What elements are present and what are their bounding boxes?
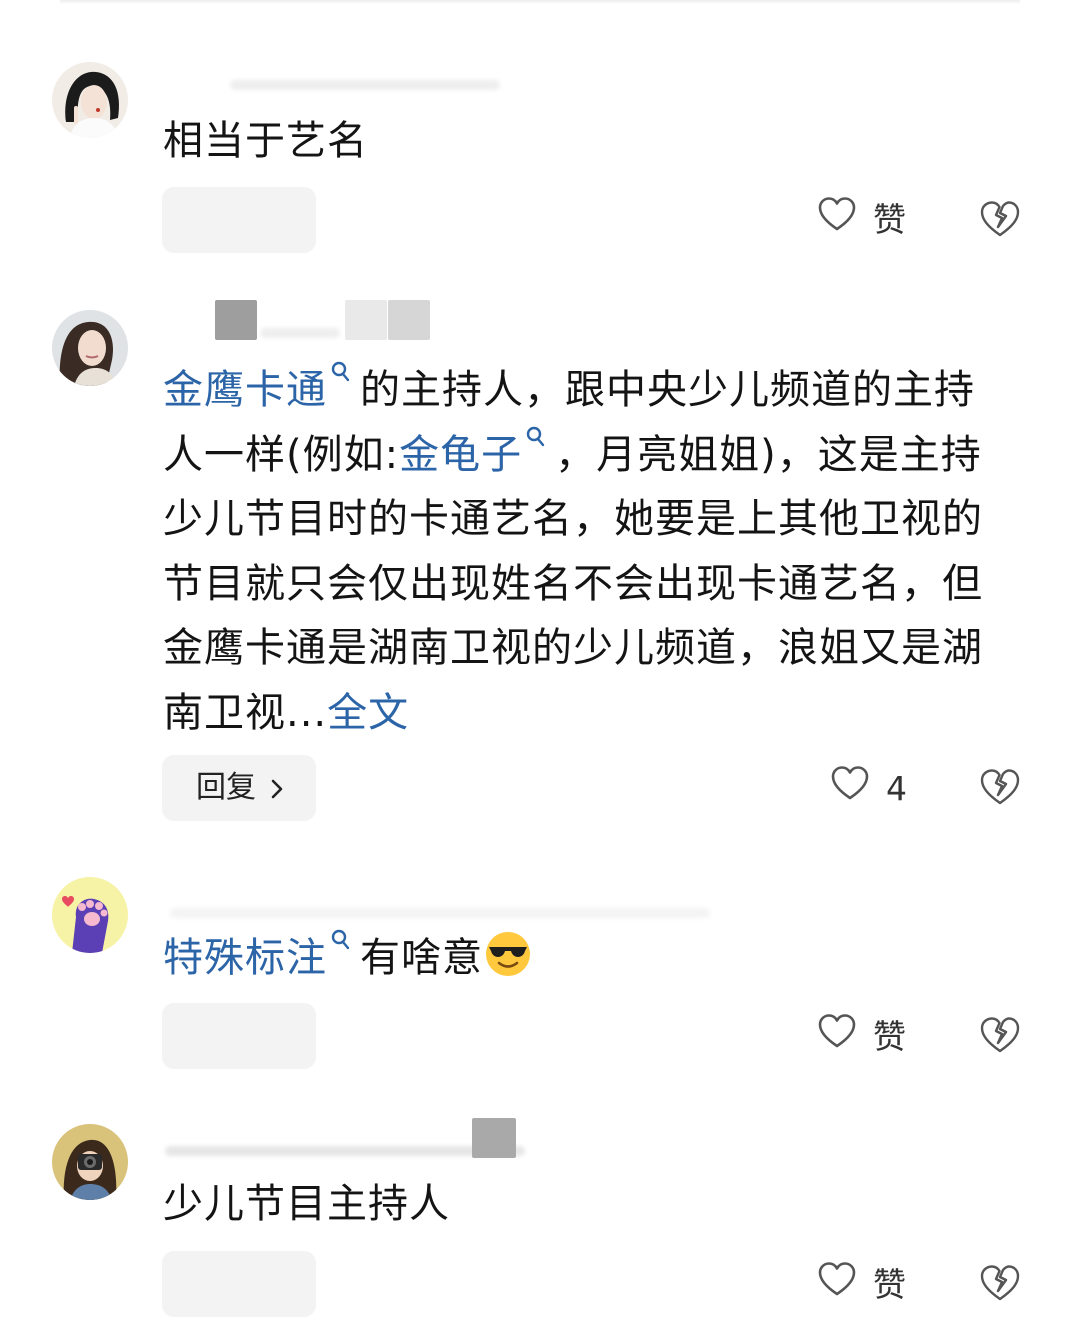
comment-body: 相当于艺名 bbox=[163, 118, 368, 164]
broken-heart-icon[interactable] bbox=[978, 1262, 1022, 1306]
reply-button[interactable]: 回复 bbox=[162, 755, 316, 821]
topic-link[interactable]: 特殊标注 bbox=[163, 935, 327, 981]
comment-item: 少儿节目主持人 赞 bbox=[0, 1100, 1080, 1338]
chevron-right-icon bbox=[271, 779, 283, 799]
username-blurred bbox=[215, 300, 257, 340]
like-count: 4 bbox=[886, 769, 907, 808]
comment-item: 相当于艺名 赞 bbox=[0, 0, 1080, 270]
comment-item: 金鹰卡通 的主持人，跟中央少儿频道的主持人一样(例如:金龟子 ，月亮姐姐)，这是主持… bbox=[0, 270, 1080, 870]
username-blurred bbox=[388, 300, 430, 340]
username-blurred bbox=[472, 1118, 516, 1158]
like-button[interactable]: 赞 bbox=[817, 1260, 937, 1310]
like-label: 赞 bbox=[873, 1265, 906, 1304]
like-label: 赞 bbox=[873, 1017, 906, 1056]
broken-heart-icon[interactable] bbox=[978, 1014, 1022, 1058]
search-icon bbox=[526, 426, 545, 446]
heart-outline-icon bbox=[818, 1014, 856, 1048]
username-blurred bbox=[170, 908, 710, 918]
comment-text: 特殊标注 有啥意 bbox=[163, 926, 1013, 991]
broken-heart-icon[interactable] bbox=[978, 766, 1022, 810]
sunglasses-emoji-icon bbox=[486, 932, 530, 976]
username-blurred bbox=[230, 80, 500, 90]
username-blurred bbox=[260, 328, 340, 338]
topic-link[interactable]: 金龟子 bbox=[399, 432, 522, 478]
expand-full-text-link[interactable]: 全文 bbox=[327, 690, 409, 736]
heart-outline-icon bbox=[818, 197, 856, 231]
comment-body: 少儿节目主持人 bbox=[163, 1181, 450, 1227]
like-button[interactable]: 赞 bbox=[817, 195, 937, 245]
topic-link[interactable]: 金鹰卡通 bbox=[163, 367, 327, 413]
broken-heart-icon[interactable] bbox=[978, 198, 1022, 242]
heart-outline-icon bbox=[818, 1262, 856, 1296]
username-blurred bbox=[345, 300, 387, 340]
like-button[interactable]: 赞 bbox=[817, 1012, 937, 1062]
reply-button[interactable] bbox=[162, 1003, 316, 1069]
search-icon bbox=[331, 361, 350, 382]
avatar[interactable] bbox=[52, 62, 128, 138]
heart-outline-icon bbox=[831, 766, 869, 800]
reply-button[interactable] bbox=[162, 187, 316, 253]
avatar[interactable] bbox=[52, 1124, 128, 1200]
search-icon bbox=[331, 929, 350, 950]
avatar[interactable] bbox=[52, 310, 128, 386]
username-blurred bbox=[165, 1146, 525, 1156]
reply-label: 回复 bbox=[196, 770, 256, 805]
comment-body: 有啥意 bbox=[360, 935, 483, 981]
like-label: 赞 bbox=[873, 200, 906, 239]
comment-text: 金鹰卡通 的主持人，跟中央少儿频道的主持人一样(例如:金龟子 ，月亮姐姐)，这是主持… bbox=[163, 358, 1013, 745]
reply-button[interactable] bbox=[162, 1251, 316, 1317]
comment-text: 少儿节目主持人 bbox=[163, 1172, 1013, 1237]
avatar[interactable] bbox=[52, 877, 128, 953]
like-button[interactable]: 4 bbox=[830, 764, 930, 814]
comment-text: 相当于艺名 bbox=[163, 109, 1013, 174]
comment-item: 特殊标注 有啥意 赞 bbox=[0, 870, 1080, 1100]
